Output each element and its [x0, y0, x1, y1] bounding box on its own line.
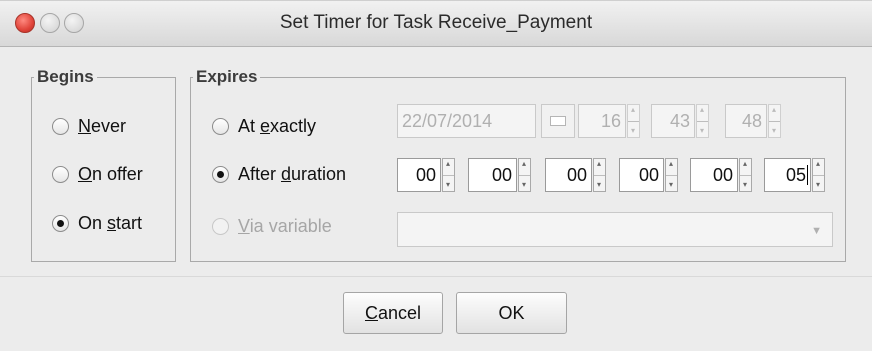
chevron-down-icon: ▼: [811, 225, 822, 237]
expires-at-exactly-radio[interactable]: At exactly: [212, 116, 316, 137]
calendar-icon: [550, 116, 566, 126]
minute-spinner[interactable]: [696, 104, 709, 138]
begins-on-offer-radio[interactable]: On offer: [52, 164, 143, 185]
begins-legend: Begins: [37, 67, 94, 86]
duration-spinner[interactable]: [812, 158, 825, 192]
duration-spinner[interactable]: [518, 158, 531, 192]
radio-indicator[interactable]: [52, 215, 69, 232]
second-spinner[interactable]: [768, 104, 781, 138]
begins-on-start-radio[interactable]: On start: [52, 213, 142, 234]
timer-dialog: Set Timer for Task Receive_Payment Begin…: [0, 0, 872, 351]
cancel-button[interactable]: Cancel: [343, 292, 443, 334]
duration-spinner[interactable]: [442, 158, 455, 192]
duration-spinner[interactable]: [593, 158, 606, 192]
expires-via-variable-radio[interactable]: Via variable: [212, 216, 332, 237]
begins-on-start-label: On start: [78, 213, 143, 233]
after-duration-label: After duration: [238, 164, 347, 184]
window-title: Set Timer for Task Receive_Payment: [279, 12, 593, 33]
duration-field[interactable]: 00: [545, 158, 592, 192]
duration-field[interactable]: 00: [690, 158, 738, 192]
radio-indicator[interactable]: [212, 118, 229, 135]
duration-field[interactable]: 00: [468, 158, 517, 192]
radio-indicator[interactable]: [52, 118, 69, 135]
hour-field[interactable]: 16: [578, 104, 626, 138]
cancel-label: Cancel: [364, 302, 422, 323]
radio-indicator[interactable]: [212, 166, 229, 183]
begins-never-label: Never: [78, 116, 127, 136]
minute-field[interactable]: 43: [651, 104, 695, 138]
title-bar: Set Timer for Task Receive_Payment: [0, 1, 872, 47]
radio-indicator[interactable]: [212, 218, 229, 235]
duration-spinner[interactable]: [739, 158, 752, 192]
second-field[interactable]: 48: [725, 104, 767, 138]
calendar-button[interactable]: [541, 104, 575, 138]
text-caret: [807, 165, 808, 185]
via-variable-label: Via variable: [238, 216, 332, 236]
ok-button[interactable]: OK: [456, 292, 567, 334]
expires-after-duration-radio[interactable]: After duration: [212, 164, 346, 185]
radio-indicator[interactable]: [52, 166, 69, 183]
variable-select[interactable]: ▼: [397, 212, 833, 247]
hour-spinner[interactable]: [627, 104, 640, 138]
duration-field[interactable]: 00: [397, 158, 441, 192]
divider: [0, 276, 872, 277]
duration-field[interactable]: 00: [619, 158, 664, 192]
duration-field-active[interactable]: 05: [764, 158, 811, 192]
begins-never-radio[interactable]: Never: [52, 116, 126, 137]
at-exactly-label: At exactly: [238, 116, 317, 136]
date-field[interactable]: 22/07/2014: [397, 104, 536, 138]
begins-on-offer-label: On offer: [78, 164, 143, 184]
expires-legend: Expires: [196, 67, 258, 86]
duration-spinner[interactable]: [665, 158, 678, 192]
